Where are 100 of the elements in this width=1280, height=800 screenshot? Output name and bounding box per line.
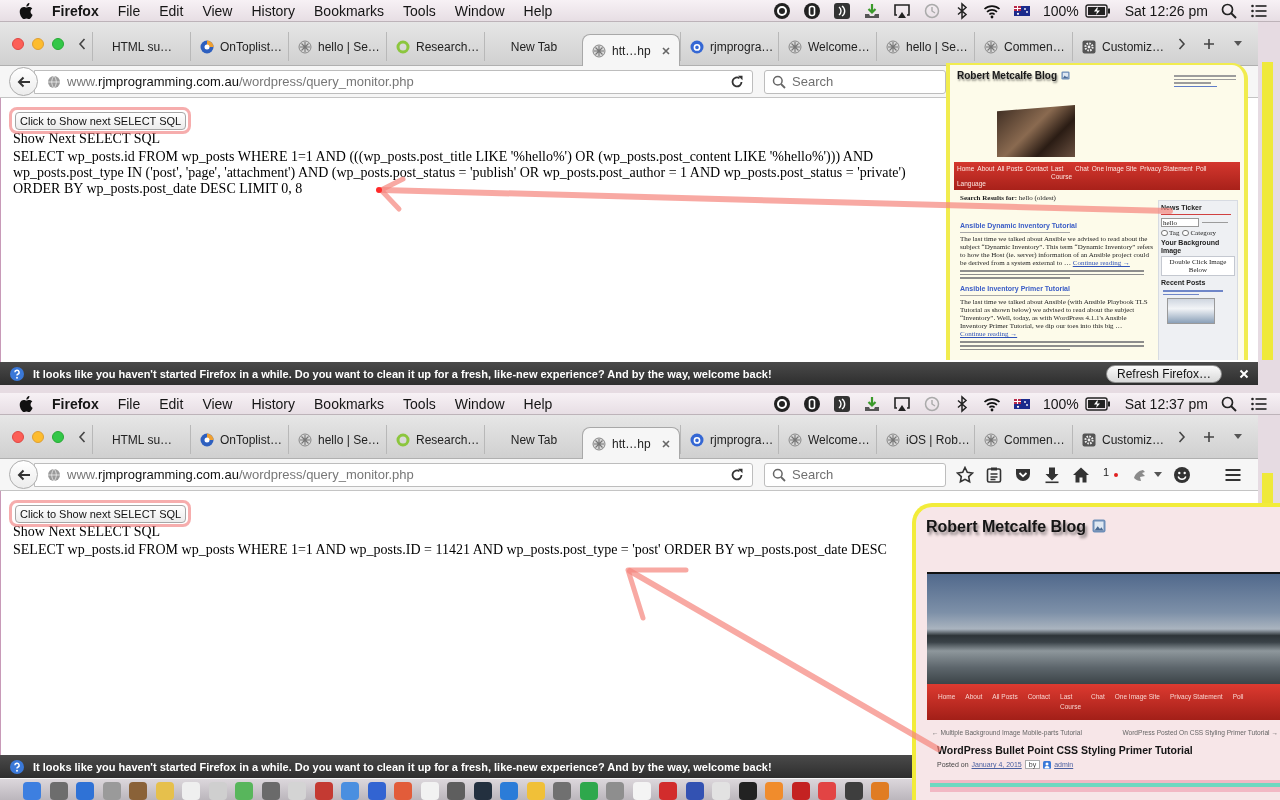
menu-bar-clock[interactable]: Sat 12:37 pm (1124, 395, 1208, 412)
app-menu[interactable]: Firefox (52, 395, 99, 412)
menu-item[interactable]: Window (454, 2, 505, 19)
battery-percentage[interactable]: 100% (1042, 2, 1079, 19)
circle-logo-icon[interactable] (772, 394, 791, 413)
clipboard-icon[interactable] (985, 465, 1003, 484)
search-field[interactable]: Search (764, 69, 946, 94)
browser-tab[interactable]: HTML su… (92, 425, 190, 454)
menu-item[interactable]: Bookmarks (314, 2, 385, 19)
apple-logo-icon[interactable] (19, 395, 33, 412)
browser-tab[interactable]: OnToplist… (190, 32, 288, 61)
address-bar[interactable]: www.rjmprogramming.com.au/wordpress/query_monitor.php (34, 462, 753, 487)
download-icon[interactable] (1043, 465, 1061, 484)
search-field[interactable]: Search (764, 462, 946, 487)
browser-tab[interactable]: iOS | Rob… (876, 425, 974, 454)
browser-tab[interactable]: Commen… (974, 32, 1072, 61)
menu-item[interactable]: Tools (403, 395, 436, 412)
smiley-icon[interactable] (1173, 465, 1192, 484)
extension-counter-button[interactable]: 1 (1101, 465, 1121, 478)
caret-icon[interactable] (1154, 471, 1163, 478)
browser-tab[interactable]: rjmprogra… (680, 32, 778, 61)
window-close-button[interactable] (12, 430, 24, 443)
close-icon[interactable] (661, 438, 671, 449)
text-lines-drawing (1174, 75, 1236, 88)
address-bar[interactable]: www.rjmprogramming.com.au/wordpress/query_monitor.php (34, 69, 753, 94)
plus-icon[interactable] (1203, 430, 1215, 443)
menu-item[interactable]: View (202, 395, 233, 412)
notification-message: It looks like you haven't started Firefox in a while. Do you want to clean it up for a fresh, like-new experience? And by the way, welcome back! (33, 367, 772, 380)
caret-icon[interactable] (1234, 40, 1242, 47)
browser-tab[interactable]: Welcome… (778, 425, 876, 454)
text-lines-drawing (1161, 213, 1231, 216)
reload-icon[interactable] (730, 74, 744, 89)
chevron-right-icon[interactable] (1178, 430, 1186, 443)
screen-mirroring-icon[interactable] (892, 1, 911, 20)
menu-item[interactable]: Help (523, 395, 553, 412)
menu-item[interactable]: History (251, 2, 296, 19)
chevron-left-icon[interactable] (78, 37, 86, 50)
browser-tab[interactable]: OnToplist… (190, 425, 288, 454)
square-logo-icon[interactable] (832, 394, 851, 413)
circle-logo-icon[interactable] (802, 1, 821, 20)
browser-tab[interactable]: hello | Se… (288, 32, 386, 61)
app-icon[interactable] (843, 781, 864, 800)
apple-logo-icon[interactable] (19, 2, 33, 19)
menu-item[interactable]: File (117, 395, 141, 412)
browser-tab[interactable]: hello | Se… (876, 32, 974, 61)
caret-icon[interactable] (1234, 433, 1242, 440)
app-icon[interactable] (737, 781, 758, 800)
app-icon[interactable] (684, 781, 705, 800)
chevron-left-icon[interactable] (78, 430, 86, 443)
battery-percentage[interactable]: 100% (1042, 395, 1079, 412)
plus-icon[interactable] (1203, 37, 1215, 50)
browser-tab[interactable]: hello | Se… (288, 425, 386, 454)
download-tray-icon[interactable] (862, 1, 881, 20)
close-icon[interactable] (661, 45, 671, 56)
square-logo-icon[interactable] (832, 1, 851, 20)
browser-tab[interactable]: Customiz… (1072, 32, 1170, 61)
home-icon[interactable] (1072, 465, 1090, 484)
page-heading: Show Next SELECT SQL (13, 131, 161, 147)
text-lines-drawing (1202, 221, 1228, 224)
refresh-firefox-button[interactable]: Refresh Firefox… (1105, 364, 1222, 383)
menu-item[interactable]: View (202, 2, 233, 19)
browser-tab[interactable]: rjmprogra… (680, 425, 778, 454)
browser-tab[interactable]: Customiz… (1072, 425, 1170, 454)
screen-mirroring-icon[interactable] (892, 394, 911, 413)
search-icon[interactable] (1220, 394, 1238, 413)
radio-button[interactable] (1161, 229, 1168, 237)
star-icon[interactable] (956, 465, 974, 484)
window-close-button[interactable] (12, 37, 24, 50)
browser-tab[interactable]: Commen… (974, 425, 1072, 454)
browser-tab[interactable]: HTML su… (92, 32, 190, 61)
back-button[interactable] (9, 67, 38, 96)
browser-tab[interactable]: Research… (386, 32, 484, 61)
show-next-sql-button[interactable]: Click to Show next SELECT SQL (15, 112, 187, 130)
browser-tab[interactable]: htt…hp (582, 34, 680, 66)
app-icon[interactable] (472, 781, 493, 800)
circle-logo-icon[interactable] (772, 1, 791, 20)
reload-icon[interactable] (730, 467, 744, 482)
menu-item[interactable]: Edit (159, 395, 184, 412)
show-next-sql-button[interactable]: Click to Show next SELECT SQL (15, 505, 187, 523)
menu-item[interactable]: Bookmarks (314, 395, 385, 412)
radio-button[interactable] (1182, 229, 1189, 237)
battery-icon[interactable] (1084, 3, 1111, 18)
browser-tab[interactable]: Welcome… (778, 32, 876, 61)
search-icon[interactable] (1220, 1, 1238, 20)
browser-tab[interactable]: Research… (386, 425, 484, 454)
browser-tab[interactable]: htt…hp (582, 427, 680, 459)
menu-item[interactable]: Help (523, 2, 553, 19)
download-tray-icon[interactable] (862, 394, 881, 413)
app-menu[interactable]: Firefox (52, 2, 99, 19)
circle-logo-icon[interactable] (802, 394, 821, 413)
battery-icon[interactable] (1084, 396, 1111, 411)
menu-item[interactable]: File (117, 2, 141, 19)
spoked-wheel-icon (886, 432, 900, 447)
chevron-right-icon[interactable] (1178, 37, 1186, 50)
menu-item[interactable]: History (251, 395, 296, 412)
back-button[interactable] (9, 460, 38, 489)
menu-item[interactable]: Window (454, 395, 505, 412)
menu-item[interactable]: Edit (159, 2, 184, 19)
menu-item[interactable]: Tools (403, 2, 436, 19)
menu-bar-clock[interactable]: Sat 12:26 pm (1124, 2, 1208, 19)
